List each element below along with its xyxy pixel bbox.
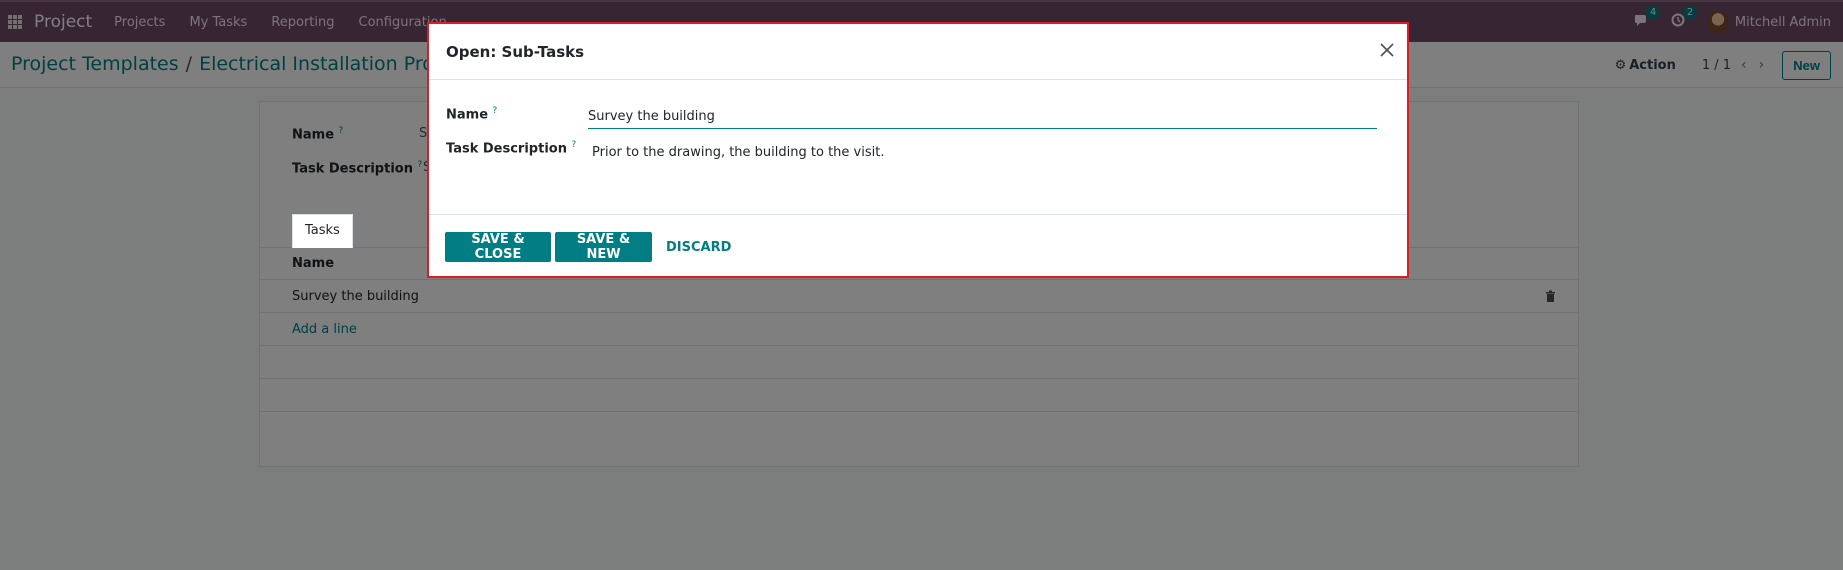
help-tooltip-icon[interactable]: ? xyxy=(493,106,498,116)
dialog-header: Open: Sub-Tasks xyxy=(429,24,1407,80)
dialog-name-label: Name ? xyxy=(446,106,498,123)
dialog-description-label: Task Description ? xyxy=(446,140,577,157)
dialog-name-input[interactable] xyxy=(588,105,1377,129)
dialog-footer: SAVE & CLOSE SAVE & NEW DISCARD xyxy=(429,214,1407,276)
subtask-dialog: Open: Sub-Tasks Name ? Task Description … xyxy=(427,22,1409,278)
save-new-button[interactable]: SAVE & NEW xyxy=(555,232,652,262)
save-close-button[interactable]: SAVE & CLOSE xyxy=(445,232,551,262)
dialog-description-editor[interactable]: Prior to the drawing, the building to th… xyxy=(592,145,884,160)
dialog-title: Open: Sub-Tasks xyxy=(446,43,585,61)
close-icon[interactable] xyxy=(1379,42,1395,58)
help-tooltip-icon[interactable]: ? xyxy=(572,140,577,150)
tab-tasks[interactable]: Tasks xyxy=(292,214,353,248)
discard-button[interactable]: DISCARD xyxy=(658,232,739,262)
